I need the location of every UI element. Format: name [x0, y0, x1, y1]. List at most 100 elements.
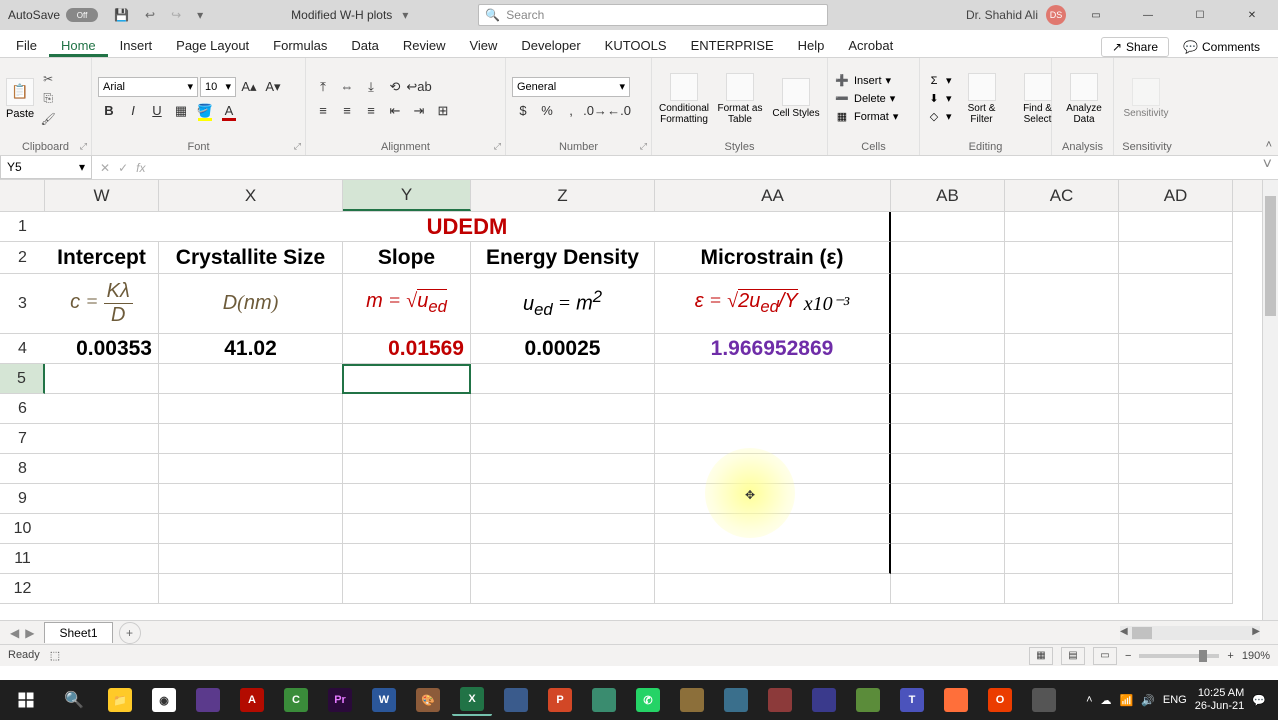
cell[interactable]: [471, 574, 655, 604]
cell[interactable]: [1005, 334, 1119, 364]
cell[interactable]: [45, 364, 159, 394]
col-header-w[interactable]: W: [45, 180, 159, 211]
cell[interactable]: [45, 574, 159, 604]
redo-icon[interactable]: ↪: [163, 8, 189, 22]
cell[interactable]: [159, 544, 343, 574]
cell[interactable]: [1119, 364, 1233, 394]
number-dialog-icon[interactable]: ⤢: [640, 141, 647, 152]
cell[interactable]: [159, 394, 343, 424]
delete-cells-button[interactable]: ➖Delete ▾: [834, 91, 898, 107]
cell[interactable]: [159, 364, 343, 394]
cell[interactable]: [471, 484, 655, 514]
cell[interactable]: [159, 514, 343, 544]
cell[interactable]: [1005, 394, 1119, 424]
taskbar-excel[interactable]: X: [452, 684, 492, 716]
cell[interactable]: [655, 484, 891, 514]
align-top-icon[interactable]: ⤒: [312, 77, 334, 97]
fx-icon[interactable]: fx: [136, 161, 145, 175]
cell[interactable]: [1005, 484, 1119, 514]
format-painter-icon[interactable]: 🖌: [38, 110, 58, 128]
taskbar-app[interactable]: [1024, 684, 1064, 716]
tab-file[interactable]: File: [4, 32, 49, 57]
cell-title[interactable]: UDEDM: [45, 212, 891, 242]
font-color-icon[interactable]: A: [218, 101, 240, 121]
cell[interactable]: [159, 454, 343, 484]
taskbar-app[interactable]: 🎨: [408, 684, 448, 716]
cell[interactable]: [45, 454, 159, 484]
taskbar-teams[interactable]: T: [892, 684, 932, 716]
row-header-10[interactable]: 10: [0, 514, 45, 544]
taskbar-acrobat[interactable]: A: [232, 684, 272, 716]
cell-z4[interactable]: 0.00025: [471, 334, 655, 364]
cell[interactable]: [891, 274, 1005, 334]
enter-formula-icon[interactable]: ✓: [118, 161, 128, 175]
tab-review[interactable]: Review: [391, 32, 458, 57]
cell[interactable]: [343, 424, 471, 454]
scroll-right-icon[interactable]: ▶: [1252, 626, 1260, 637]
tab-page-layout[interactable]: Page Layout: [164, 32, 261, 57]
zoom-thumb[interactable]: [1199, 650, 1207, 662]
fill-icon[interactable]: ⬇: [926, 91, 942, 107]
cell[interactable]: [343, 574, 471, 604]
tray-volume-icon[interactable]: 🔊: [1141, 694, 1155, 707]
align-center-icon[interactable]: ≡: [336, 101, 358, 121]
font-size-select[interactable]: 10▾: [200, 77, 236, 97]
row-header-6[interactable]: 6: [0, 394, 45, 424]
taskbar-app[interactable]: C: [276, 684, 316, 716]
increase-indent-icon[interactable]: ⇥: [408, 101, 430, 121]
expand-formula-icon[interactable]: ˅: [1257, 156, 1278, 179]
cell-w2[interactable]: Intercept: [45, 242, 159, 274]
cell[interactable]: [471, 364, 655, 394]
normal-view-icon[interactable]: ▦: [1029, 647, 1053, 665]
cell[interactable]: [891, 364, 1005, 394]
tab-enterprise[interactable]: ENTERPRISE: [679, 32, 786, 57]
cell-x2[interactable]: Crystallite Size: [159, 242, 343, 274]
cell[interactable]: [891, 394, 1005, 424]
decrease-decimal-icon[interactable]: ←.0: [608, 101, 630, 121]
decrease-font-icon[interactable]: A▾: [262, 77, 284, 97]
cell[interactable]: [655, 544, 891, 574]
col-header-aa[interactable]: AA: [655, 180, 891, 211]
collapse-ribbon-icon[interactable]: ˄: [1266, 139, 1272, 151]
wrap-text-icon[interactable]: ↩ab: [408, 77, 430, 97]
cell[interactable]: [891, 574, 1005, 604]
scroll-left-icon[interactable]: ◀: [1120, 626, 1128, 637]
tab-help[interactable]: Help: [786, 32, 837, 57]
taskbar-app[interactable]: [804, 684, 844, 716]
row-header-4[interactable]: 4: [0, 334, 45, 364]
align-middle-icon[interactable]: ⇔: [336, 77, 358, 97]
increase-decimal-icon[interactable]: .0→: [584, 101, 606, 121]
row-header-5[interactable]: 5: [0, 364, 45, 394]
cell[interactable]: [45, 514, 159, 544]
col-header-ab[interactable]: AB: [891, 180, 1005, 211]
cell-y5[interactable]: [343, 364, 471, 394]
fill-color-icon[interactable]: 🪣: [194, 101, 216, 121]
qat-customize-icon[interactable]: ▾: [189, 8, 211, 22]
cell-w4[interactable]: 0.00353: [45, 334, 159, 364]
taskbar-app[interactable]: [672, 684, 712, 716]
cell[interactable]: [1119, 484, 1233, 514]
cell[interactable]: [159, 574, 343, 604]
formula-input[interactable]: [153, 156, 1256, 179]
scroll-thumb[interactable]: [1265, 196, 1276, 316]
next-sheet-icon[interactable]: ▶: [25, 626, 34, 640]
row-header-3[interactable]: 3: [0, 274, 45, 334]
cell-x4[interactable]: 41.02: [159, 334, 343, 364]
cell-y4[interactable]: 0.01569: [343, 334, 471, 364]
cell[interactable]: [891, 212, 1005, 242]
taskbar-office[interactable]: O: [980, 684, 1020, 716]
taskbar-whatsapp[interactable]: ✆: [628, 684, 668, 716]
cell[interactable]: [1119, 242, 1233, 274]
row-header-7[interactable]: 7: [0, 424, 45, 454]
col-header-y[interactable]: Y: [343, 180, 471, 211]
cell[interactable]: [1119, 274, 1233, 334]
cell[interactable]: [471, 544, 655, 574]
tab-acrobat[interactable]: Acrobat: [836, 32, 905, 57]
search-box[interactable]: 🔍 Search: [478, 4, 828, 26]
autosave-switch[interactable]: Off: [66, 8, 98, 22]
cell-aa2[interactable]: Microstrain (ε): [655, 242, 891, 274]
autosum-icon[interactable]: Σ: [926, 73, 942, 89]
cell-aa4[interactable]: 1.966952869: [655, 334, 891, 364]
font-name-select[interactable]: Arial▾: [98, 77, 198, 97]
alignment-dialog-icon[interactable]: ⤢: [494, 141, 501, 152]
